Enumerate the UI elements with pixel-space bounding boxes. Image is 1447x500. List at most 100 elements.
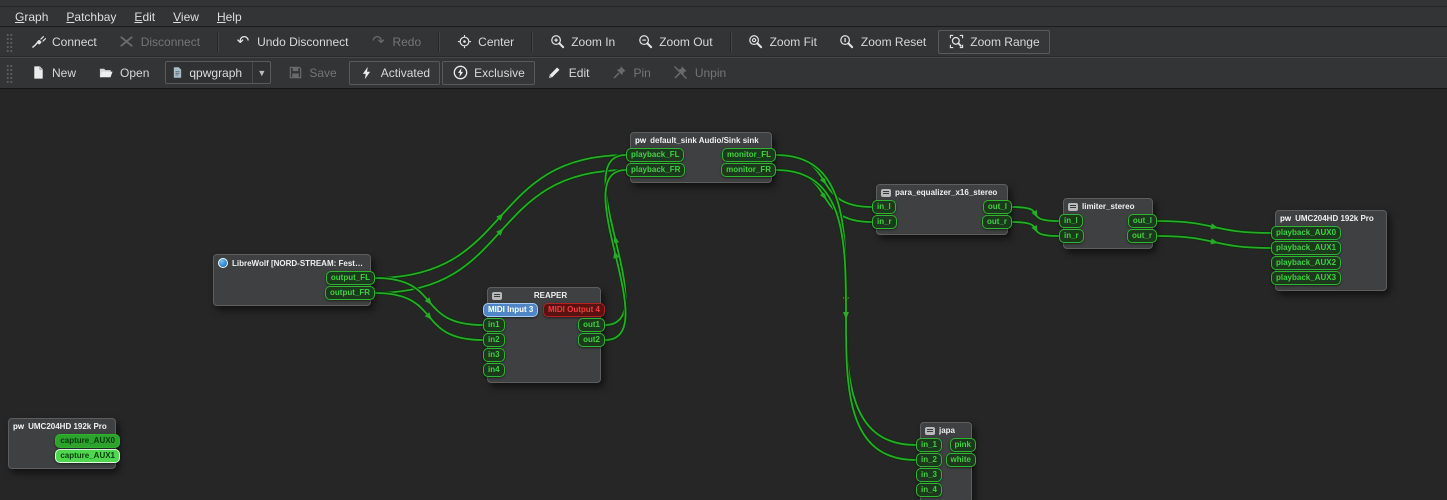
new-file-icon bbox=[30, 65, 46, 81]
patchbay-profile-combobox[interactable]: qpwgraph ▼ bbox=[165, 61, 271, 84]
port-japa-in_1[interactable]: in_1 bbox=[916, 438, 942, 452]
new-button[interactable]: New bbox=[20, 61, 86, 85]
patchbay-toolbar: New Open qpwgraph ▼ Save Activated bbox=[0, 57, 1447, 89]
zoom-range-button[interactable]: Zoom Range bbox=[938, 30, 1049, 54]
port-reaper-out2[interactable]: out2 bbox=[578, 333, 605, 347]
port-limiter-out_l[interactable]: out_l bbox=[1128, 214, 1157, 228]
wire-arrow bbox=[496, 213, 503, 221]
wire-arrow bbox=[1031, 225, 1037, 233]
port-default_sink-playback_FR[interactable]: playback_FR bbox=[626, 163, 685, 177]
node-title: default_sink Audio/Sink sink bbox=[650, 136, 766, 145]
menu-edit[interactable]: Edit bbox=[125, 9, 164, 25]
node-limiter[interactable]: limiter_stereoin_lin_rout_lout_r bbox=[1063, 198, 1153, 249]
port-japa-in_4[interactable]: in_4 bbox=[916, 483, 942, 497]
save-icon bbox=[287, 65, 303, 81]
menu-patchbay[interactable]: Patchbay bbox=[57, 9, 125, 25]
open-button[interactable]: Open bbox=[88, 61, 159, 85]
port-para_eq-out_l[interactable]: out_l bbox=[983, 200, 1012, 214]
port-reaper-in4[interactable]: in4 bbox=[483, 363, 505, 377]
port-reaper-MIDI_Input_3[interactable]: MIDI Input 3 bbox=[483, 303, 538, 317]
port-umc_right-playback_AUX2[interactable]: playback_AUX2 bbox=[1271, 256, 1341, 270]
menu-graph[interactable]: Graph bbox=[6, 9, 57, 25]
wire-librewolf-output_FL-to-reaper-in1 bbox=[375, 278, 483, 325]
node-japa[interactable]: japain_1in_2in_3in_4pinkwhite bbox=[920, 422, 972, 500]
port-librewolf-output_FL[interactable]: output_FL bbox=[326, 271, 375, 285]
exclusive-toggle[interactable]: Exclusive bbox=[442, 61, 535, 85]
patchbay-profile-value: qpwgraph bbox=[189, 66, 252, 80]
port-japa-pink[interactable]: pink bbox=[950, 438, 976, 452]
toolbar-drag-handle[interactable] bbox=[6, 32, 13, 52]
wire-limiter-out_l-to-umc_right-playback_AUX0 bbox=[1157, 221, 1271, 233]
menu-view[interactable]: View bbox=[164, 9, 208, 25]
node-para_eq[interactable]: para_equalizer_x16_stereoin_lin_rout_lou… bbox=[876, 184, 1008, 235]
wire-reaper-out2-to-default_sink-playback_FR bbox=[605, 170, 626, 340]
port-japa-in_3[interactable]: in_3 bbox=[916, 468, 942, 482]
port-umc_left-capture_AUX0[interactable]: capture_AUX0 bbox=[55, 434, 120, 448]
save-button[interactable]: Save bbox=[277, 61, 346, 85]
qpwgraph-window: Graph Patchbay Edit View Help Connect Di… bbox=[0, 0, 1447, 500]
unpin-button[interactable]: Unpin bbox=[663, 61, 736, 85]
zoom-fit-button[interactable]: Zoom Fit bbox=[738, 30, 827, 54]
app-icon bbox=[1068, 203, 1078, 211]
port-reaper-in2[interactable]: in2 bbox=[483, 333, 505, 347]
disconnect-button[interactable]: Disconnect bbox=[109, 30, 210, 54]
zoom-reset-button[interactable]: Zoom Reset bbox=[829, 30, 936, 54]
port-umc_right-playback_AUX0[interactable]: playback_AUX0 bbox=[1271, 226, 1341, 240]
center-icon bbox=[456, 34, 472, 50]
zoom-range-icon bbox=[948, 34, 964, 50]
zoom-in-button[interactable]: Zoom In bbox=[539, 30, 625, 54]
center-button[interactable]: Center bbox=[446, 30, 524, 54]
port-umc_left-capture_AUX1[interactable]: capture_AUX1 bbox=[55, 449, 120, 463]
node-umc_right[interactable]: pwUMC204HD 192k Proplayback_AUX0playback… bbox=[1275, 210, 1387, 291]
node-librewolf[interactable]: LibreWolf [NORD-STREAM: Festn...output_F… bbox=[213, 254, 371, 306]
port-para_eq-in_r[interactable]: in_r bbox=[872, 215, 897, 229]
wire-arrow bbox=[425, 297, 432, 305]
port-japa-white[interactable]: white bbox=[946, 453, 976, 467]
graph-canvas[interactable]: pw default_sink Audio/Sink sink playback_F… bbox=[0, 89, 1447, 500]
wire-arrow bbox=[496, 228, 503, 236]
wire-default_sink-monitor_FR-to-para_eq-in_r bbox=[776, 170, 872, 222]
edit-button[interactable]: Edit bbox=[537, 61, 600, 85]
node-title: limiter_stereo bbox=[1082, 202, 1147, 211]
port-default_sink-playback_FL[interactable]: playback_FL bbox=[626, 148, 684, 162]
wire-limiter-out_r-to-umc_right-playback_AUX1 bbox=[1157, 236, 1271, 248]
wire-arrow bbox=[613, 236, 619, 244]
pin-button[interactable]: Pin bbox=[601, 61, 660, 85]
combo-dropdown-arrow[interactable]: ▼ bbox=[252, 62, 270, 83]
toolbar-separator bbox=[531, 32, 532, 52]
port-umc_right-playback_AUX3[interactable]: playback_AUX3 bbox=[1271, 271, 1341, 285]
wire-arrow bbox=[820, 192, 827, 200]
port-limiter-in_r[interactable]: in_r bbox=[1059, 229, 1084, 243]
pw-icon: pw bbox=[1280, 214, 1291, 223]
port-reaper-MIDI_Output_4[interactable]: MIDI Output 4 bbox=[543, 303, 605, 317]
activated-toggle[interactable]: Activated bbox=[349, 61, 440, 85]
wire-para_eq-out_l-to-limiter-in_l bbox=[1012, 207, 1059, 221]
port-reaper-in1[interactable]: in1 bbox=[483, 318, 505, 332]
pw-icon: pw bbox=[13, 422, 24, 431]
menu-help[interactable]: Help bbox=[208, 9, 251, 25]
node-default_sink[interactable]: pwdefault_sink Audio/Sink sinkplayback_F… bbox=[630, 132, 772, 183]
node-umc_left[interactable]: pwUMC204HD 192k Procapture_AUX0capture_A… bbox=[8, 418, 116, 469]
port-reaper-in3[interactable]: in3 bbox=[483, 348, 505, 362]
exclusive-bolt-icon bbox=[452, 65, 468, 81]
toolbar-separator bbox=[730, 32, 731, 52]
port-limiter-in_l[interactable]: in_l bbox=[1059, 214, 1083, 228]
port-default_sink-monitor_FR[interactable]: monitor_FR bbox=[721, 163, 776, 177]
wire-librewolf-output_FL-to-default_sink-playback_FL bbox=[375, 155, 626, 278]
port-para_eq-in_l[interactable]: in_l bbox=[872, 200, 896, 214]
undo-disconnect-button[interactable]: ↶ Undo Disconnect bbox=[225, 30, 358, 54]
wire-para_eq-out_l-to-limiter-in_l bbox=[1012, 207, 1059, 221]
port-para_eq-out_r[interactable]: out_r bbox=[982, 215, 1012, 229]
port-librewolf-output_FR[interactable]: output_FR bbox=[325, 286, 375, 300]
zoom-out-button[interactable]: Zoom Out bbox=[627, 30, 722, 54]
toolbar-drag-handle[interactable] bbox=[6, 63, 13, 83]
port-default_sink-monitor_FL[interactable]: monitor_FL bbox=[722, 148, 776, 162]
port-limiter-out_r[interactable]: out_r bbox=[1127, 229, 1157, 243]
connect-button[interactable]: Connect bbox=[20, 30, 107, 54]
redo-button[interactable]: ↷ Redo bbox=[360, 30, 431, 54]
port-umc_right-playback_AUX1[interactable]: playback_AUX1 bbox=[1271, 241, 1341, 255]
zoom-in-icon bbox=[549, 34, 565, 50]
port-reaper-out1[interactable]: out1 bbox=[578, 318, 605, 332]
port-japa-in_2[interactable]: in_2 bbox=[916, 453, 942, 467]
node-reaper[interactable]: REAPERMIDI Input 3in1in2in3in4MIDI Outpu… bbox=[487, 287, 601, 383]
